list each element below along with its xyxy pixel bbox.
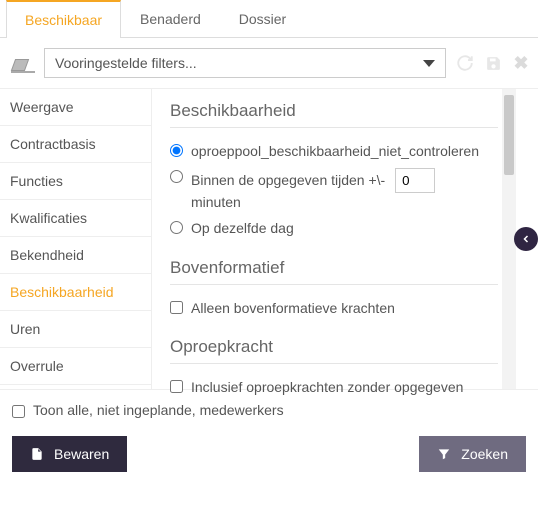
radio-within-times-label: Binnen de opgegeven tijden +\- minuten — [191, 168, 498, 211]
save-icon[interactable] — [484, 54, 502, 72]
save-button-label: Bewaren — [54, 446, 109, 462]
body: Weergave Contractbasis Functies Kwalific… — [0, 89, 538, 389]
radio-dont-check-label: oproeppool_beschikbaarheid_niet_controle… — [191, 142, 498, 160]
minutes-input[interactable] — [395, 168, 435, 193]
preset-filters-label: Vooringestelde filters... — [55, 55, 197, 71]
section-beschikbaarheid-title: Beschikbaarheid — [170, 101, 498, 121]
search-button[interactable]: Zoeken — [419, 436, 526, 472]
filter-bar: Vooringestelde filters... ✖ — [0, 38, 538, 89]
sidebar-item-functies[interactable]: Functies — [0, 163, 151, 200]
divider — [170, 284, 498, 285]
chevron-down-icon — [423, 60, 435, 67]
radio-same-day[interactable] — [170, 221, 183, 234]
filter-actions: ✖ — [456, 54, 530, 72]
sidebar-item-contractbasis[interactable]: Contractbasis — [0, 126, 151, 163]
checkbox-supernumerary[interactable] — [170, 301, 183, 314]
filter-icon — [437, 446, 451, 462]
checkbox-show-all[interactable] — [12, 405, 25, 418]
section-bovenformatief-title: Bovenformatief — [170, 258, 498, 278]
preset-filters-dropdown[interactable]: Vooringestelde filters... — [44, 48, 446, 78]
radio-same-day-label: Op dezelfde dag — [191, 219, 498, 237]
sidebar-item-bekendheid[interactable]: Bekendheid — [0, 237, 151, 274]
sidebar-item-weergave[interactable]: Weergave — [0, 89, 151, 126]
checkbox-oncall-label: Inclusief oproepkrachten zonder opgegeve… — [191, 378, 498, 396]
checkbox-oncall[interactable] — [170, 380, 183, 393]
sidebar-item-beschikbaarheid[interactable]: Beschikbaarheid — [0, 274, 151, 311]
save-button[interactable]: Bewaren — [12, 436, 127, 472]
file-icon — [30, 446, 44, 462]
collapse-panel-button[interactable] — [514, 227, 538, 251]
tab-dossier[interactable]: Dossier — [220, 0, 305, 37]
section-oproepkracht-title: Oproepkracht — [170, 337, 498, 357]
sidebar: Weergave Contractbasis Functies Kwalific… — [0, 89, 152, 389]
radio-within-suffix: minuten — [191, 194, 241, 210]
content-panel: Beschikbaarheid oproeppool_beschikbaarhe… — [152, 89, 538, 400]
radio-dont-check[interactable] — [170, 144, 183, 157]
eraser-icon[interactable] — [8, 55, 34, 71]
sidebar-item-overrule[interactable]: Overrule — [0, 348, 151, 385]
divider — [170, 127, 498, 128]
checkbox-show-all-label: Toon alle, niet ingeplande, medewerkers — [33, 402, 284, 418]
search-button-label: Zoeken — [461, 446, 508, 462]
sidebar-item-uren[interactable]: Uren — [0, 311, 151, 348]
checkbox-supernumerary-label: Alleen bovenformatieve krachten — [191, 299, 498, 317]
divider — [170, 363, 498, 364]
radio-within-prefix: Binnen de opgegeven tijden +\- — [191, 172, 385, 188]
scrollbar-thumb[interactable] — [504, 95, 514, 175]
tab-beschikbaar[interactable]: Beschikbaar — [6, 0, 121, 38]
footer: Toon alle, niet ingeplande, medewerkers … — [0, 389, 538, 488]
tabs: Beschikbaar Benaderd Dossier — [0, 0, 538, 38]
close-icon[interactable]: ✖ — [512, 54, 530, 72]
radio-within-times[interactable] — [170, 170, 183, 183]
sidebar-item-kwalificaties[interactable]: Kwalificaties — [0, 200, 151, 237]
tab-benaderd[interactable]: Benaderd — [121, 0, 220, 37]
refresh-icon[interactable] — [456, 54, 474, 72]
